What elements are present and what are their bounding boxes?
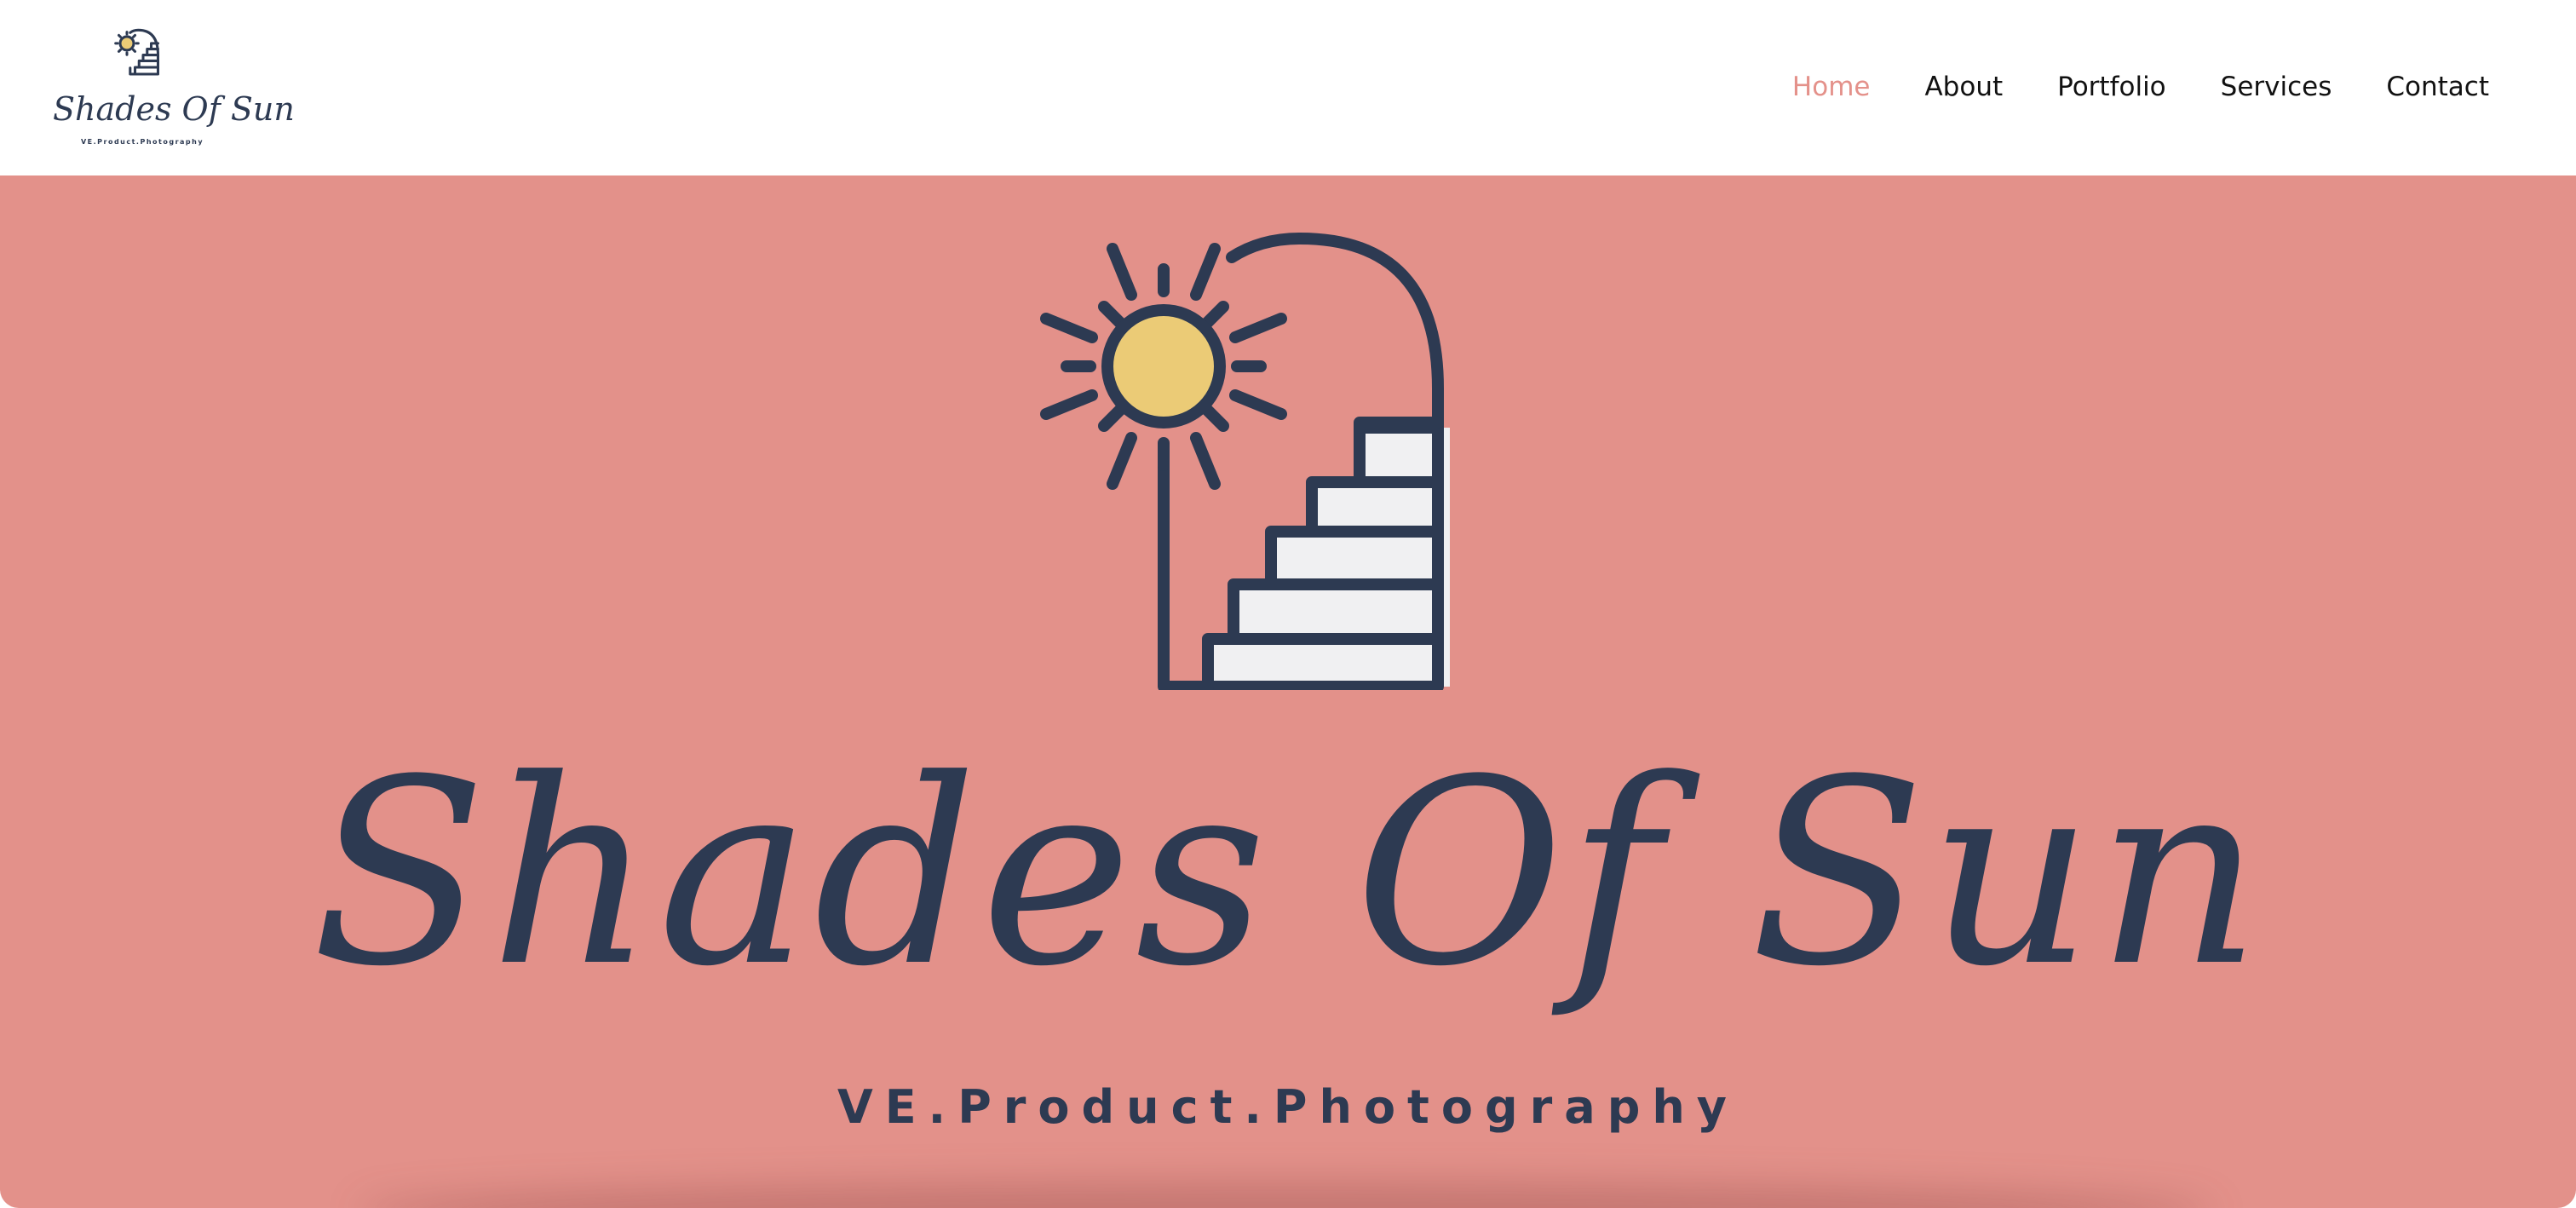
nav-portfolio[interactable]: Portfolio — [2057, 68, 2166, 106]
sun-stairs-arch-icon — [1040, 233, 1450, 690]
hero-logo-mark — [1022, 213, 1465, 690]
nav-about[interactable]: About — [1924, 68, 2003, 106]
logo-tagline: VE.Product.Photography — [80, 138, 204, 146]
hero-subtitle: VE.Product.Photography — [837, 1080, 1739, 1134]
hero-bottom-shadow — [358, 1182, 2215, 1208]
nav-contact[interactable]: Contact — [2386, 68, 2489, 106]
main-nav: Home About Portfolio Services Contact — [1792, 68, 2489, 106]
logo-wordmark: Shades Of Sun — [53, 90, 295, 128]
site-header: Shades Of Sun VE.Product.Photography Hom… — [0, 0, 2576, 175]
hero-title: Shades Of Sun — [311, 725, 2265, 1022]
nav-services[interactable]: Services — [2221, 68, 2332, 106]
sun-stairs-arch-icon — [114, 28, 159, 76]
hero-banner: Shades Of Sun VE.Product.Photography — [0, 175, 2576, 1208]
site-logo[interactable]: Shades Of Sun VE.Product.Photography — [53, 22, 295, 152]
nav-home[interactable]: Home — [1792, 68, 1871, 106]
